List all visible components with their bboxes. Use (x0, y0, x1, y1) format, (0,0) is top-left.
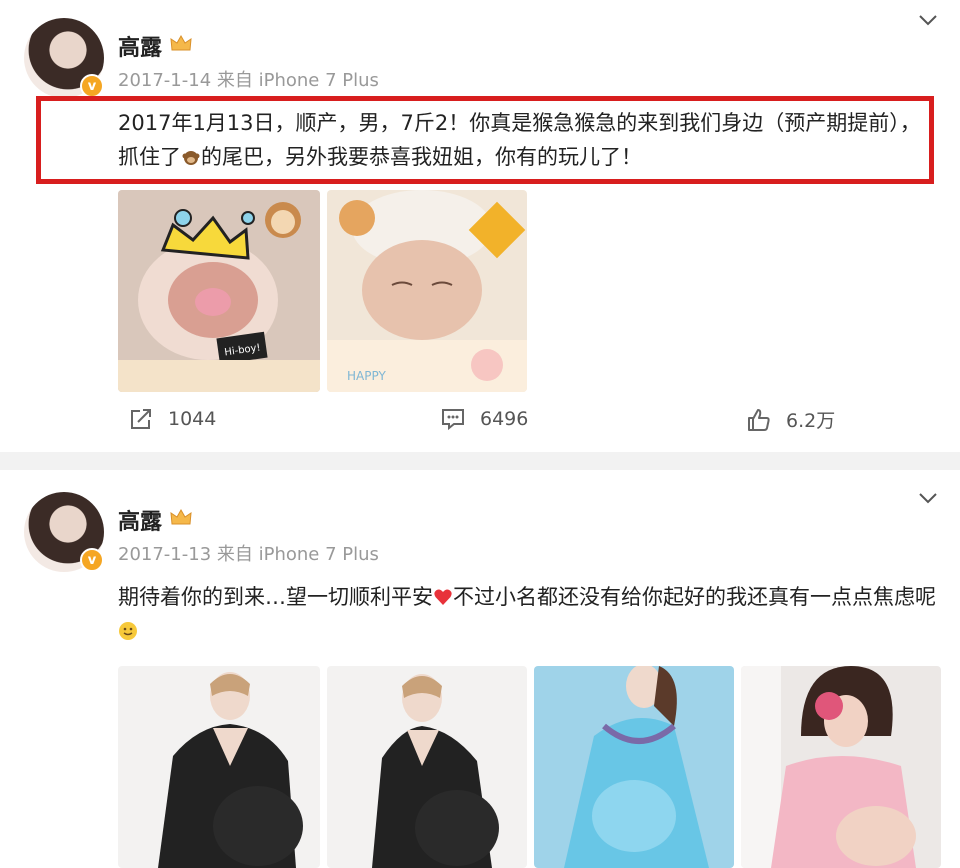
baby-photo-1[interactable]: Hi-boy! (118, 190, 320, 392)
verified-badge-icon: v (80, 74, 104, 98)
heart-emoji-icon (434, 589, 452, 605)
smile-emoji-icon (119, 622, 137, 640)
post-meta: 2017-1-13 来自 iPhone 7 Plus (118, 544, 379, 565)
like-button[interactable]: 6.2万 (746, 406, 835, 433)
baby-photo-2[interactable]: HAPPY (327, 190, 527, 392)
monkey-emoji-icon (182, 151, 200, 165)
maternity-photo-1[interactable] (118, 666, 320, 868)
maternity-photo-3[interactable] (534, 666, 734, 868)
comment-button[interactable]: 6496 (440, 406, 528, 432)
repost-button[interactable]: 1044 (128, 406, 216, 432)
post-actions: 1044 6496 6.2万 (0, 402, 960, 442)
maternity-photo-2[interactable] (327, 666, 527, 868)
chevron-down-icon[interactable] (918, 490, 938, 509)
post-meta: 2017-1-14 来自 iPhone 7 Plus (118, 70, 379, 91)
weibo-post-1: v 高露 2017-1-14 来自 iPhone 7 Plus 2017年1月1… (0, 0, 960, 452)
like-icon (748, 408, 770, 431)
author-name[interactable]: 高露 (118, 504, 162, 536)
comment-icon (442, 409, 464, 431)
crown-icon (170, 508, 192, 525)
maternity-photo-4[interactable] (741, 666, 941, 868)
post-text: 期待着你的到来…望一切顺利平安 不过小名都还没有给你起好的我还真有一点点焦虑呢 (118, 580, 938, 648)
post-text: 2017年1月13日，顺产，男，7斤2！你真是猴急猴急的来到我们身边（预产期提前… (118, 111, 921, 169)
repost-icon (131, 409, 151, 429)
crown-icon (170, 34, 192, 51)
verified-badge-icon: v (80, 548, 104, 572)
chevron-down-icon[interactable] (918, 12, 938, 31)
svg-text:HAPPY: HAPPY (347, 369, 386, 383)
weibo-post-2: v 高露 2017-1-13 来自 iPhone 7 Plus 期待着你的到来…… (0, 470, 960, 868)
author-name[interactable]: 高露 (118, 30, 162, 62)
